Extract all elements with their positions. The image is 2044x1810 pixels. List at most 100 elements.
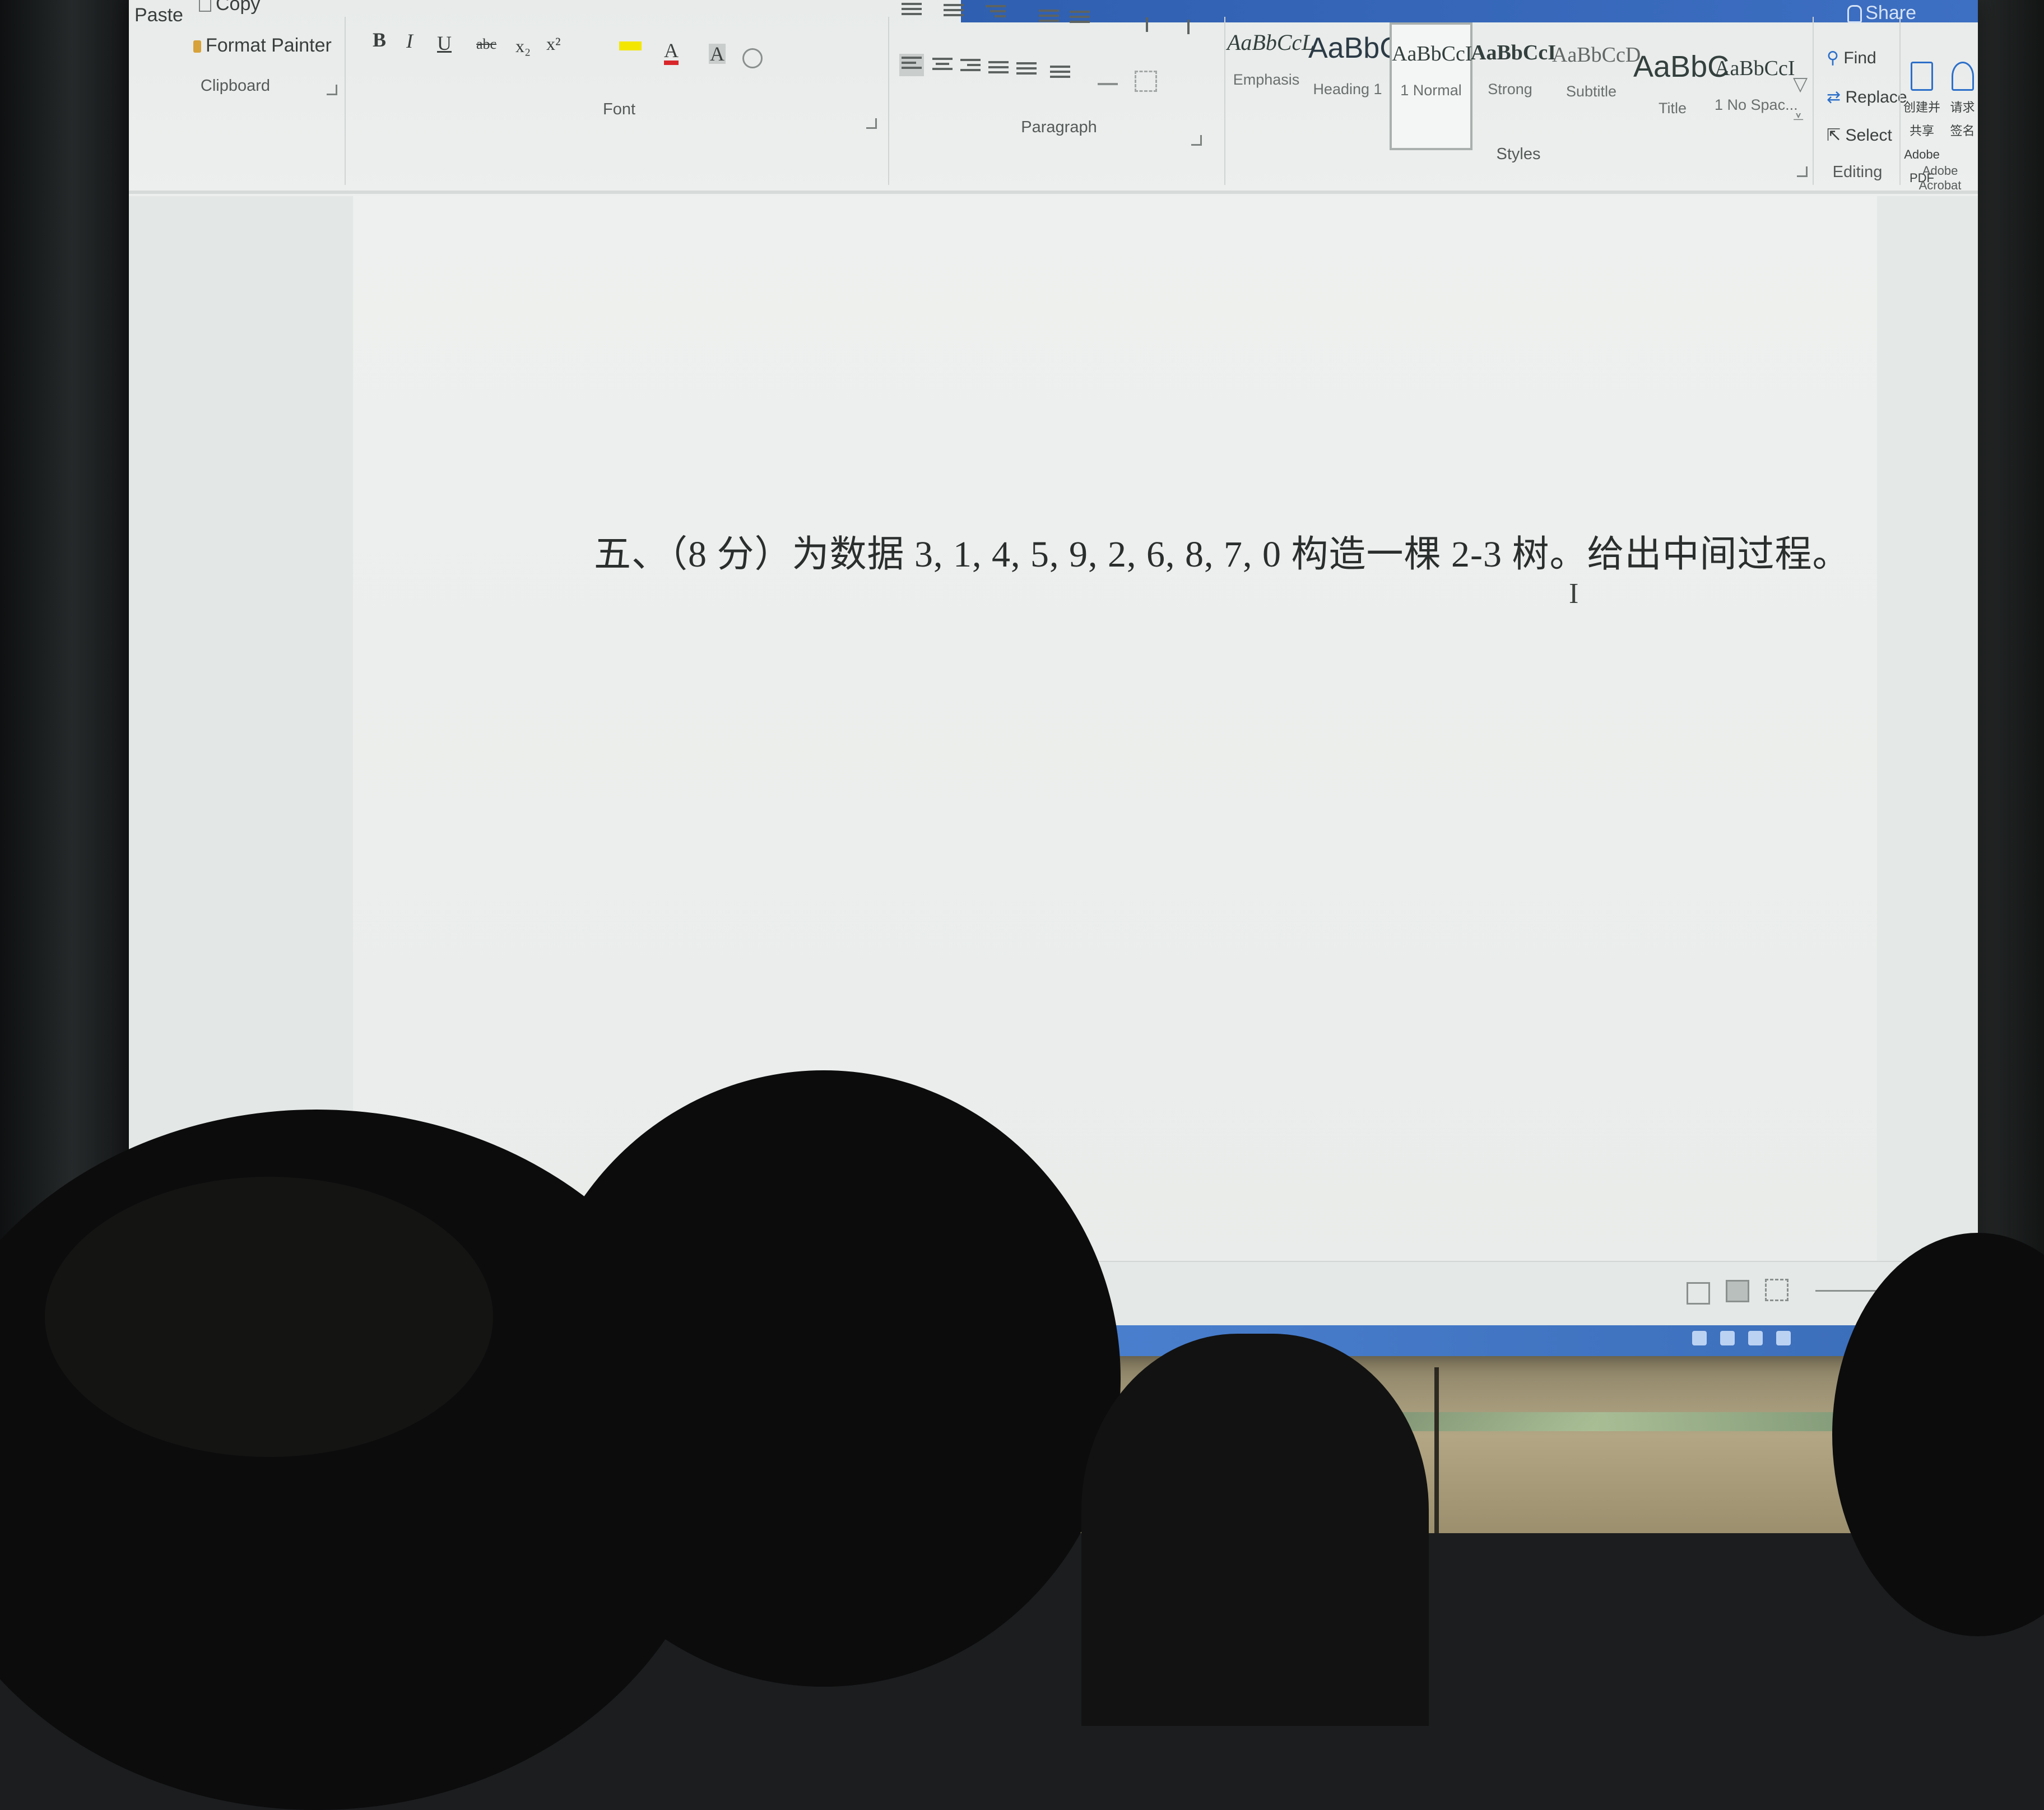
group-divider [1813,17,1814,185]
style-sample: AaBbCcI [1471,41,1557,64]
group-divider [1899,17,1901,185]
font-group: B I U abc x₂ x² A A Font [350,0,888,191]
numbering-icon[interactable] [941,1,966,24]
subscript-button[interactable]: x₂ [515,36,531,57]
align-center-icon[interactable] [930,55,955,77]
align-right-icon[interactable] [958,56,983,78]
show-marks-icon[interactable] [1179,17,1204,39]
web-layout-icon[interactable] [1765,1279,1789,1301]
paragraph-group: Paragraph [894,0,1224,191]
group-divider [1224,17,1225,185]
cursor-arrow-icon: ⇱ [1827,126,1841,145]
paragraph-group-label: Paragraph [1021,118,1097,136]
audience-shoulder [1081,1334,1429,1726]
highlight-button[interactable] [619,41,642,50]
styles-group-label: Styles [1496,145,1541,163]
request-signature-button[interactable]: 请求 签名 [1947,62,1978,142]
signature-person-icon [1951,62,1974,91]
paragraph-dialog-launcher-icon[interactable] [1191,135,1202,146]
italic-button[interactable]: I [406,29,413,53]
style-sample: AaBbCcI [1715,57,1795,80]
find-button[interactable]: ⚲ Find [1827,48,1876,68]
text-cursor-icon: I [1569,578,1579,610]
styles-scroll-up-icon[interactable]: ▽ [1793,73,1808,95]
styles-dialog-launcher-icon[interactable] [1797,166,1808,177]
style-sample: AaBbCcL [1227,30,1314,55]
multilevel-list-icon[interactable] [983,2,1008,25]
increase-indent-icon[interactable] [1067,8,1092,30]
paste-label: Paste [134,4,183,26]
styles-group: AaBbCcL Emphasis AaBbC Heading 1 AaBbCcI… [1227,0,1810,191]
clipboard-group: Paste Copy Format Painter Clipboard [129,0,342,191]
desk-reflection [1340,1412,1853,1431]
bullets-icon[interactable] [899,0,924,22]
find-label: Find [1843,49,1876,67]
style-name: Emphasis [1233,71,1300,88]
line-spacing-icon[interactable] [1048,63,1072,85]
audience-head-center [527,1070,1121,1687]
search-icon: ⚲ [1827,49,1839,67]
decrease-indent-icon[interactable] [1037,7,1061,29]
distributed-icon[interactable] [1014,59,1039,82]
strikethrough-button[interactable]: abc [476,36,496,53]
select-label: Select [1845,126,1892,145]
format-painter-label: Format Painter [206,35,332,56]
font-group-label: Font [602,100,636,118]
style-name: 1 No Spac... [1715,96,1798,113]
bold-button[interactable]: B [373,28,386,52]
style-name: Heading 1 [1313,81,1382,98]
style-no-spacing[interactable]: AaBbCcI 1 No Spac... [1715,27,1798,150]
group-divider [345,17,346,185]
align-left-icon[interactable] [899,54,924,76]
replace-label: Replace [1845,88,1907,106]
style-strong[interactable]: AaBbCcI Strong [1471,11,1557,134]
adobe-acrobat-group: 创建并共享 Adobe PDF 请求 签名 Adobe Acrobat [1902,0,1978,192]
character-shading-button[interactable]: A [709,44,726,64]
clipboard-group-label: Clipboard [200,77,271,95]
style-sample: AaBbCcD [1552,43,1641,67]
style-name: 1 Normal [1400,82,1462,99]
create-share-line1: 创建并共享 [1903,100,1940,138]
replace-button[interactable]: ⇄ Replace [1827,87,1907,107]
copy-label: Copy [216,0,261,15]
exam-question-text: 五、（8 分）为数据 3, 1, 4, 5, 9, 2, 6, 8, 7, 0 … [594,534,1850,575]
request-sign-line2: 签名 [1950,124,1975,138]
clipboard-dialog-launcher-icon[interactable] [327,85,337,95]
shading-icon[interactable] [1095,67,1120,90]
select-button[interactable]: ⇱ Select [1827,126,1892,145]
style-name: Strong [1488,81,1532,98]
print-layout-icon[interactable] [1726,1280,1749,1302]
justify-icon[interactable] [986,58,1011,81]
underline-button[interactable]: U [437,31,452,55]
style-subtitle[interactable]: AaBbCcD Subtitle [1552,13,1641,137]
styles-more-icon[interactable]: ⩡ [1793,106,1804,128]
style-heading-1[interactable]: AaBbC Heading 1 [1308,2,1401,126]
style-sample: AaBbC [1308,32,1401,64]
pdf-document-icon [1911,62,1933,91]
audience-hair-highlight [45,1177,493,1457]
style-title[interactable]: AaBbC Title [1633,20,1729,143]
tray-app-icon[interactable] [1692,1331,1707,1345]
volume-icon[interactable] [1748,1331,1763,1345]
editing-group-label: Editing [1832,163,1883,181]
font-color-button[interactable]: A [664,40,679,65]
borders-icon[interactable] [1135,71,1157,92]
style-name: Subtitle [1565,83,1617,100]
desk-pole [1434,1367,1439,1533]
network-icon[interactable] [1720,1331,1735,1345]
superscript-button[interactable]: x² [546,34,561,54]
style-emphasis[interactable]: AaBbCcL Emphasis [1227,0,1314,123]
paste-button[interactable]: Paste [134,4,183,26]
font-dialog-launcher-icon[interactable] [866,118,877,129]
editing-group: ⚲ Find ⇄ Replace ⇱ Select Editing [1815,0,1907,191]
style-normal[interactable]: AaBbCcI 1 Normal [1390,22,1472,150]
notification-icon[interactable] [1776,1331,1791,1345]
document-page[interactable] [353,196,1877,1306]
copy-button[interactable]: Copy [199,0,260,15]
format-painter-button[interactable]: Format Painter [193,35,332,57]
style-name: Title [1658,100,1687,117]
enclose-characters-icon[interactable] [742,48,763,68]
adobe-acrobat-group-label: Adobe Acrobat [1918,164,1962,192]
read-mode-icon[interactable] [1687,1282,1710,1305]
sort-icon[interactable] [1140,15,1165,37]
